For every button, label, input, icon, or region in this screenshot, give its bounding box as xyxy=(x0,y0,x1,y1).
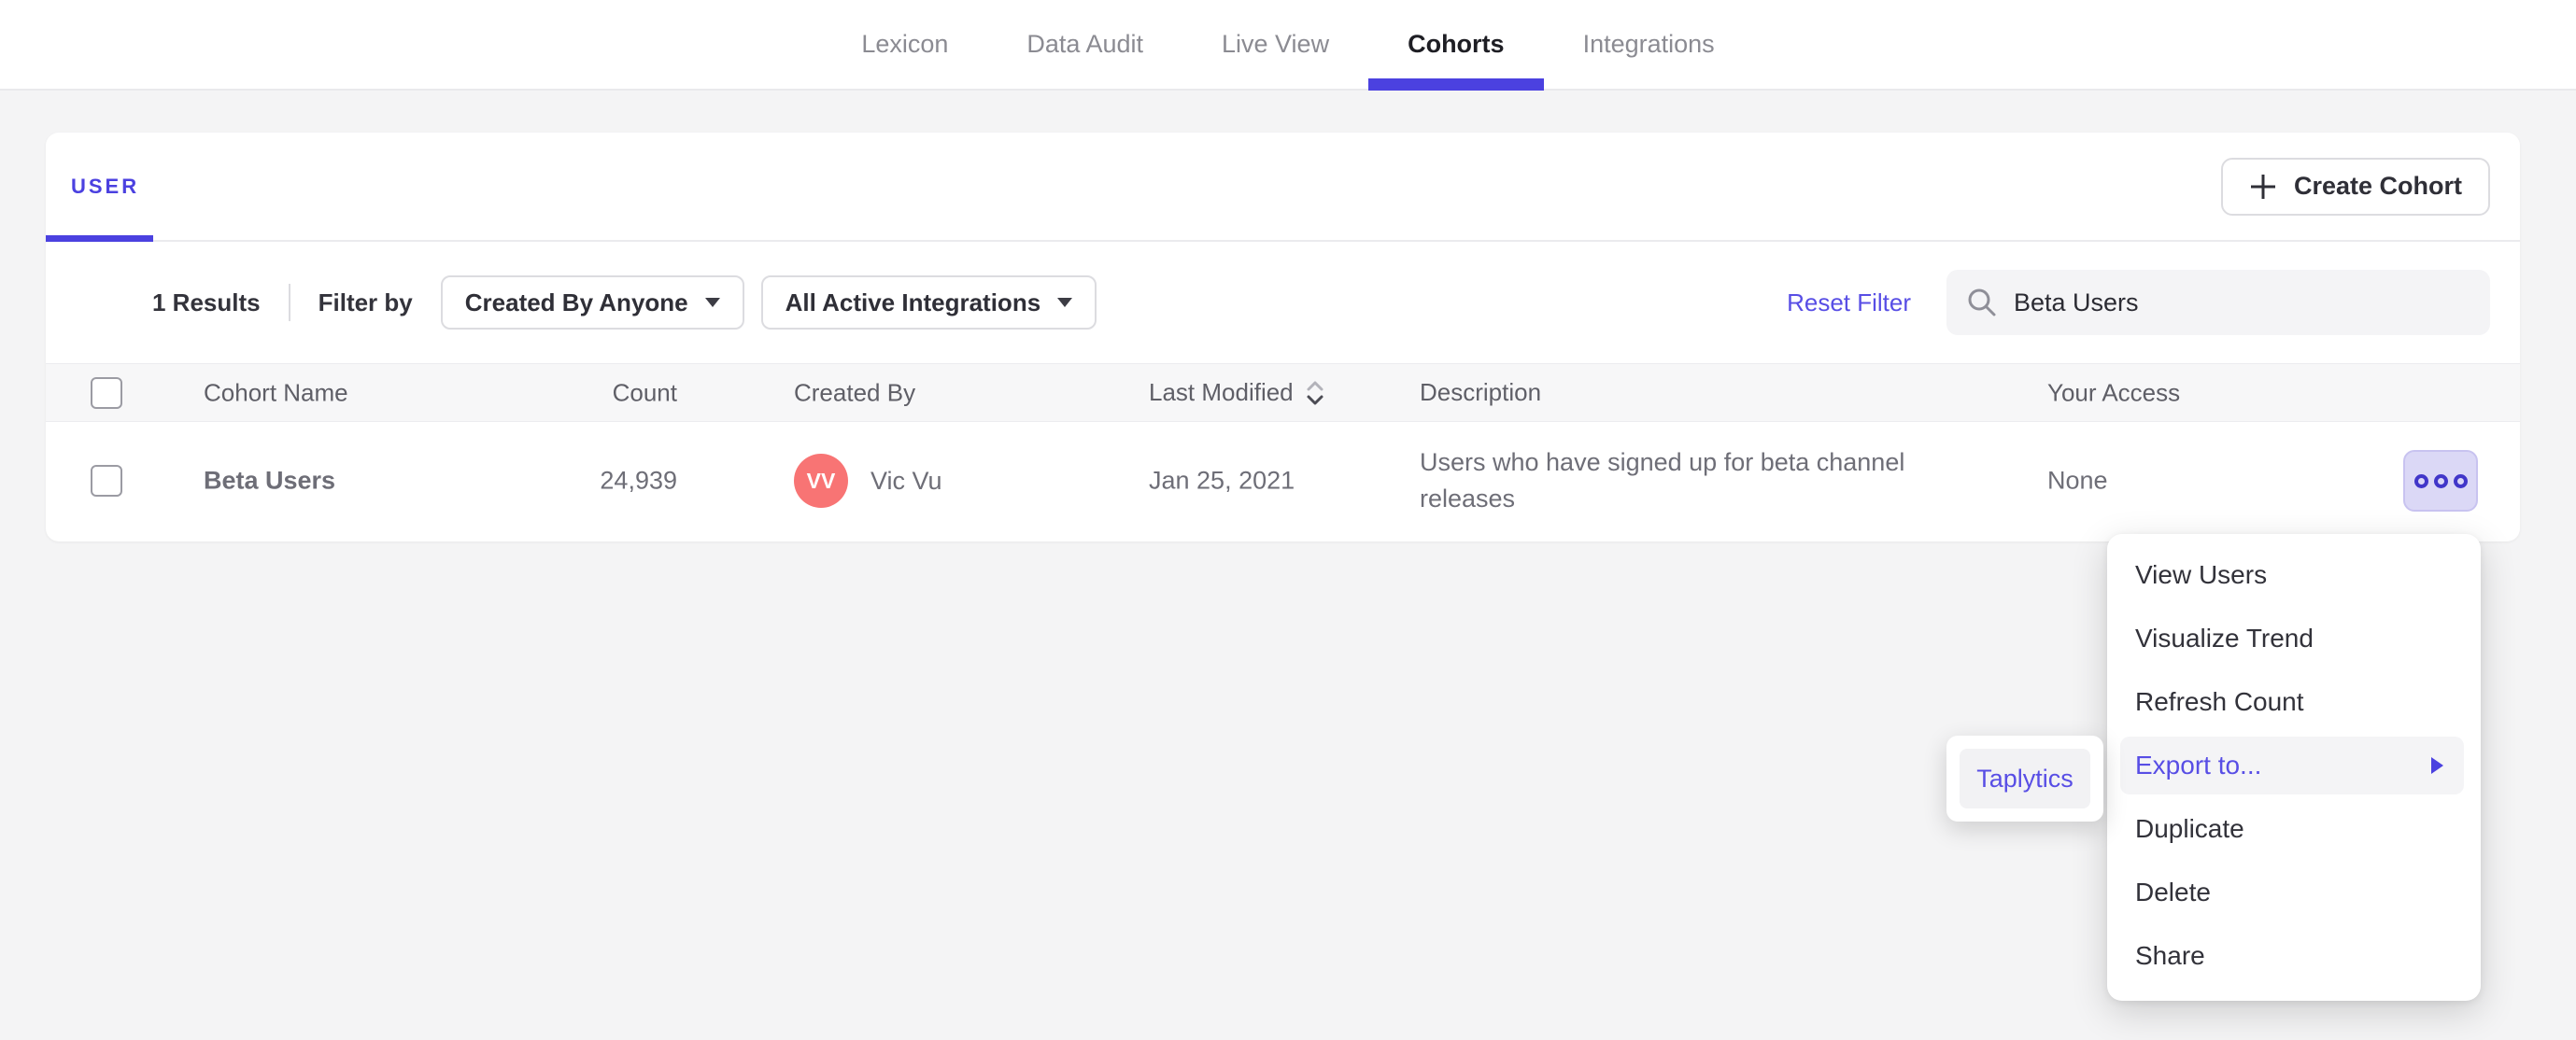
panel-tab-row: USER Create Cohort xyxy=(46,133,2520,242)
tab-data-audit[interactable]: Data Audit xyxy=(987,0,1182,89)
cohort-name-link[interactable]: Beta Users xyxy=(204,467,335,496)
last-modified-cell: Jan 25, 2021 xyxy=(1149,466,1295,495)
tab-lexicon-label: Lexicon xyxy=(861,30,949,58)
active-tab-underline xyxy=(1368,78,1544,91)
menu-item-delete[interactable]: Delete xyxy=(2107,861,2481,924)
select-all-checkbox[interactable] xyxy=(91,376,122,409)
ellipsis-icon xyxy=(2453,473,2468,488)
creator-name: Vic Vu xyxy=(870,466,942,495)
col-cohort-name: Cohort Name xyxy=(204,378,348,406)
chevron-down-icon xyxy=(1057,298,1073,307)
results-count: 1 Results xyxy=(152,288,261,316)
search-icon xyxy=(1968,288,1996,316)
col-last-modified[interactable]: Last Modified xyxy=(1149,378,1325,408)
filter-by-label: Filter by xyxy=(318,288,413,316)
menu-item-share[interactable]: Share xyxy=(2107,924,2481,988)
row-context-menu: View Users Visualize Trend Refresh Count… xyxy=(2107,534,2481,1001)
tab-data-audit-label: Data Audit xyxy=(1026,30,1143,58)
menu-item-visualize-trend[interactable]: Visualize Trend xyxy=(2107,607,2481,670)
row-actions-button[interactable] xyxy=(2403,450,2478,512)
search-input[interactable] xyxy=(2014,288,2471,317)
col-description: Description xyxy=(1420,377,1542,406)
create-cohort-button[interactable]: Create Cohort xyxy=(2220,157,2490,216)
user-tab-underline xyxy=(46,235,153,242)
col-created-by: Created By xyxy=(794,378,916,406)
table-header: Cohort Name Count Created By Last Modifi… xyxy=(46,363,2520,422)
integrations-dropdown[interactable]: All Active Integrations xyxy=(760,275,1097,330)
menu-item-export-to[interactable]: Export to... xyxy=(2120,737,2464,794)
col-count: Count xyxy=(612,378,677,406)
col-last-modified-label: Last Modified xyxy=(1149,378,1294,406)
tab-integrations[interactable]: Integrations xyxy=(1544,0,1754,89)
submenu-arrow-icon xyxy=(2431,757,2443,774)
create-cohort-label: Create Cohort xyxy=(2293,172,2462,200)
row-checkbox[interactable] xyxy=(91,465,122,497)
tab-cohorts[interactable]: Cohorts xyxy=(1368,0,1544,91)
tab-cohorts-label: Cohorts xyxy=(1408,30,1505,58)
cohorts-panel: USER Create Cohort 1 Results Filter by C… xyxy=(46,133,2520,541)
top-nav: Lexicon Data Audit Live View Cohorts Int… xyxy=(0,0,2576,91)
sort-icon xyxy=(1307,381,1323,404)
menu-item-export-to-label: Export to... xyxy=(2135,751,2262,780)
plus-icon xyxy=(2250,174,2275,199)
chevron-down-icon xyxy=(704,298,720,307)
ellipsis-icon xyxy=(2413,473,2428,488)
table-row: Beta Users 24,939 VV Vic Vu Jan 25, 2021… xyxy=(46,422,2520,540)
ellipsis-icon xyxy=(2433,473,2448,488)
col-your-access: Your Access xyxy=(2047,378,2181,406)
cohort-count: 24,939 xyxy=(600,466,677,495)
created-by-dropdown[interactable]: Created By Anyone xyxy=(440,275,744,330)
tab-user[interactable]: USER xyxy=(71,175,139,199)
created-by-cell: VV Vic Vu xyxy=(794,454,942,508)
created-by-dropdown-value: Created By Anyone xyxy=(464,288,688,316)
tab-integrations-label: Integrations xyxy=(1582,30,1715,58)
tab-live-view-label: Live View xyxy=(1222,30,1330,58)
tab-lexicon[interactable]: Lexicon xyxy=(822,0,987,89)
export-submenu: Taplytics xyxy=(1946,736,2103,822)
menu-item-duplicate[interactable]: Duplicate xyxy=(2107,797,2481,861)
divider xyxy=(288,284,290,321)
submenu-item-taplytics[interactable]: Taplytics xyxy=(1960,749,2090,808)
integrations-dropdown-value: All Active Integrations xyxy=(785,288,1041,316)
avatar: VV xyxy=(794,454,848,508)
menu-item-view-users[interactable]: View Users xyxy=(2107,543,2481,607)
description-cell: Users who have signed up for beta channe… xyxy=(1420,447,1905,513)
tab-live-view[interactable]: Live View xyxy=(1182,0,1368,89)
your-access-cell: None xyxy=(2047,466,2108,495)
filter-row: 1 Results Filter by Created By Anyone Al… xyxy=(46,242,2520,363)
reset-filter-link[interactable]: Reset Filter xyxy=(1787,288,1911,317)
menu-item-refresh-count[interactable]: Refresh Count xyxy=(2107,670,2481,734)
search-box[interactable] xyxy=(1946,270,2490,335)
